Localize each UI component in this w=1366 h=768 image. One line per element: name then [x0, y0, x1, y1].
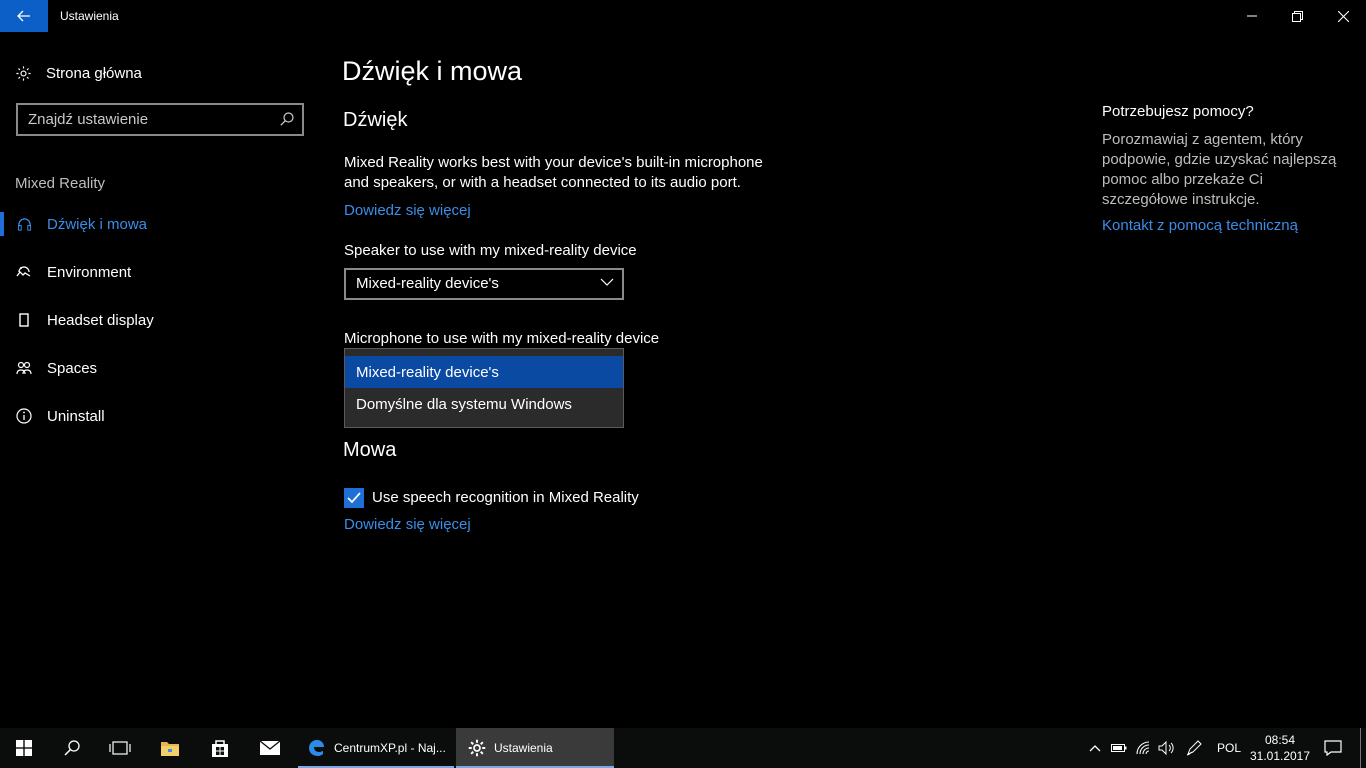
pen-icon — [1186, 740, 1202, 756]
restore-icon — [1291, 10, 1303, 22]
option-label: Mixed-reality device's — [356, 363, 499, 381]
window-title: Ustawienia — [60, 9, 119, 23]
spaces-icon — [16, 361, 32, 375]
section-label: Mixed Reality — [15, 175, 106, 192]
chevron-down-icon — [600, 278, 614, 286]
page-title: Dźwięk i mowa — [342, 56, 523, 86]
store-button[interactable] — [196, 728, 244, 768]
gear-icon — [468, 739, 486, 757]
learn-more-sound-link[interactable]: Dowiedz się więcej — [344, 202, 471, 219]
minimize-button[interactable] — [1229, 0, 1275, 32]
microphone-label: Microphone to use with my mixed-reality … — [344, 330, 660, 347]
option-label: Domyślne dla systemu Windows — [356, 395, 572, 413]
search-icon — [64, 740, 80, 756]
battery-button[interactable] — [1108, 728, 1130, 768]
speech-recognition-label[interactable]: Use speech recognition in Mixed Reality — [372, 488, 639, 508]
store-icon — [212, 740, 228, 757]
microphone-option-windows-default[interactable]: Domyślne dla systemu Windows — [345, 388, 623, 420]
taskbar-app-edge[interactable]: CentrumXP.pl - Naj... — [298, 728, 454, 768]
taskbar-app-label: Ustawienia — [494, 741, 553, 755]
task-view-icon — [109, 741, 131, 755]
pen-workspace-button[interactable] — [1182, 728, 1206, 768]
search-box[interactable] — [16, 103, 304, 136]
minimize-icon — [1247, 15, 1257, 17]
chevron-up-icon — [1089, 745, 1101, 752]
sidebar-item-uninstall[interactable]: Uninstall — [0, 396, 330, 436]
arrow-left-icon — [17, 10, 30, 22]
display-icon — [19, 313, 29, 327]
speaker-select-value: Mixed-reality device's — [356, 275, 499, 292]
file-explorer-button[interactable] — [146, 728, 194, 768]
microphone-option-device[interactable]: Mixed-reality device's — [345, 356, 623, 388]
search-input[interactable] — [18, 105, 278, 134]
sidebar-item-environment[interactable]: Environment — [0, 252, 330, 292]
sidebar-item-spaces[interactable]: Spaces — [0, 348, 330, 388]
action-center-button[interactable] — [1318, 728, 1348, 768]
speech-recognition-checkbox[interactable] — [344, 488, 364, 508]
back-button[interactable] — [0, 0, 48, 32]
restore-button[interactable] — [1274, 0, 1320, 32]
folder-icon — [161, 742, 179, 756]
notification-icon — [1324, 740, 1342, 756]
volume-button[interactable] — [1156, 728, 1178, 768]
info-icon — [16, 408, 32, 424]
sidebar-item-label: Uninstall — [47, 407, 105, 425]
sidebar-item-label: Dźwięk i mowa — [47, 215, 148, 233]
wifi-icon — [1136, 741, 1150, 755]
input-language-button[interactable]: POL — [1210, 728, 1248, 768]
close-icon — [1337, 10, 1349, 22]
home-label: Strona główna — [46, 64, 142, 82]
speaker-select[interactable]: Mixed-reality device's — [344, 268, 624, 300]
environment-icon — [16, 266, 31, 277]
taskbar-app-settings[interactable]: Ustawienia — [456, 728, 614, 768]
battery-icon — [1111, 744, 1127, 752]
home-link[interactable]: Strona główna — [15, 63, 142, 83]
sound-description: Mixed Reality works best with your devic… — [344, 153, 763, 193]
clock-time: 08:54 — [1264, 733, 1296, 747]
start-button[interactable] — [0, 728, 48, 768]
speaker-label: Speaker to use with my mixed-reality dev… — [344, 242, 637, 259]
microphone-dropdown-list[interactable]: Mixed-reality device's Domyślne dla syst… — [344, 348, 624, 428]
edge-icon — [309, 740, 324, 756]
title-bar — [0, 0, 1366, 32]
show-desktop-button[interactable] — [1360, 728, 1361, 768]
network-button[interactable] — [1132, 728, 1156, 768]
close-button[interactable] — [1320, 0, 1366, 32]
sidebar-item-label: Environment — [47, 263, 132, 281]
sound-heading: Dźwięk — [343, 109, 408, 131]
clock-button[interactable]: 08:54 31.01.2017 — [1248, 728, 1312, 768]
help-title: Potrzebujesz pomocy? — [1102, 103, 1254, 120]
mail-icon — [259, 740, 281, 755]
sound-description-line2: and speakers, or with a headset connecte… — [344, 174, 741, 191]
speech-heading: Mowa — [343, 439, 397, 461]
sidebar-item-label: Spaces — [47, 359, 98, 377]
show-hidden-icons-button[interactable] — [1084, 728, 1106, 768]
windows-logo-icon — [16, 740, 32, 756]
contact-support-link[interactable]: Kontakt z pomocą techniczną — [1102, 217, 1298, 234]
taskbar-search-button[interactable] — [48, 728, 96, 768]
sidebar-item-label: Headset display — [47, 311, 154, 329]
sidebar-item-sound-and-speech[interactable]: Dźwięk i mowa — [0, 204, 330, 244]
clock-date: 31.01.2017 — [1249, 749, 1311, 763]
mail-button[interactable] — [246, 728, 294, 768]
checkmark-icon — [347, 492, 361, 504]
speaker-icon — [1158, 741, 1174, 755]
sound-description-line1: Mixed Reality works best with your devic… — [344, 154, 763, 171]
search-icon[interactable] — [280, 112, 294, 126]
help-text: Porozmawiaj z agentem, który podpowie, g… — [1102, 131, 1337, 208]
task-view-button[interactable] — [96, 728, 144, 768]
gear-icon — [16, 65, 31, 81]
headset-icon — [17, 217, 31, 231]
learn-more-speech-link[interactable]: Dowiedz się więcej — [344, 516, 471, 533]
taskbar-app-label: CentrumXP.pl - Naj... — [334, 741, 446, 755]
sidebar-item-headset-display[interactable]: Headset display — [0, 300, 330, 340]
